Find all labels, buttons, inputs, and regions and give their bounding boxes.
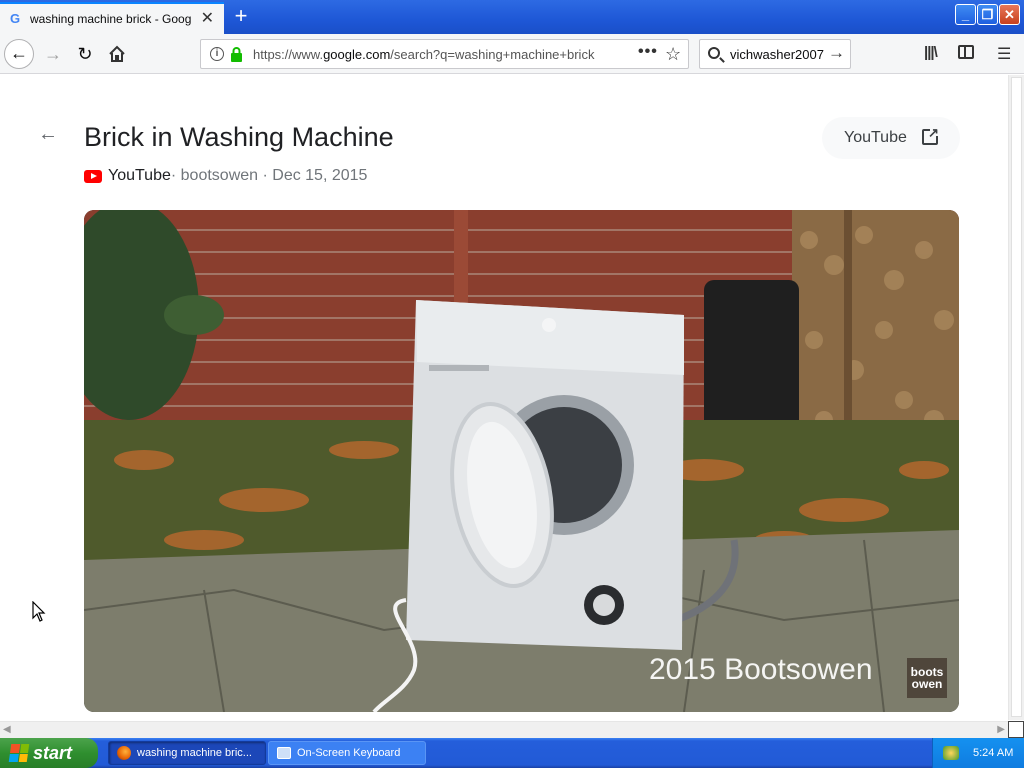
google-favicon-icon: G [10, 11, 21, 26]
taskbar-item-on-screen-keyboard[interactable]: On-Screen Keyboard [268, 741, 426, 765]
external-link-icon [922, 125, 939, 145]
video-meta: YouTube · bootsowen · Dec 15, 2015 [84, 167, 367, 185]
sidebar-icon[interactable] [958, 45, 974, 59]
taskbar-item-label: washing machine bric... [137, 747, 252, 759]
navigation-toolbar: ← → ↻ i https://www.google.com/search?q=… [0, 34, 1024, 74]
arrow-left-icon: ← [10, 43, 28, 63]
tab-close-icon[interactable]: ✕ [201, 11, 214, 27]
home-button[interactable] [102, 39, 132, 69]
visit-youtube-button[interactable]: YouTube [822, 117, 960, 159]
back-button[interactable]: ← [4, 39, 34, 69]
scrollbar-corner [1008, 721, 1024, 738]
mouse-cursor-icon [32, 601, 46, 622]
keyboard-icon [277, 747, 291, 759]
tab-title: washing machine brick - Google Se [30, 12, 192, 26]
start-button[interactable]: start [0, 738, 98, 768]
window-restore-button[interactable]: ❐ [977, 4, 998, 25]
reload-icon: ↻ [77, 44, 93, 64]
video-watermark-text: 2015 Bootsowen [649, 653, 873, 686]
watermark-logo-line2: owen [911, 677, 943, 691]
arrow-right-icon: → [44, 44, 62, 64]
scroll-right-icon[interactable]: ▶ [997, 724, 1005, 735]
info-icon[interactable]: i [210, 47, 224, 61]
star-icon[interactable]: ☆ [665, 44, 681, 65]
horizontal-scrollbar[interactable]: ◀ ▶ [0, 721, 1008, 738]
library-icon[interactable]: |||\ [924, 44, 938, 61]
page-actions-icon[interactable]: ••• [638, 43, 658, 61]
lock-icon[interactable] [230, 47, 243, 62]
new-tab-button[interactable]: + [230, 5, 252, 28]
clock[interactable]: 5:24 AM [973, 747, 1013, 759]
watermark-logo: boots owen [907, 658, 947, 698]
url-text[interactable]: https://www.google.com/search?q=washing+… [253, 47, 603, 62]
search-icon [708, 47, 720, 59]
video-player[interactable]: 2015 Bootsowen boots owen [84, 210, 959, 712]
reload-button[interactable]: ↻ [70, 39, 100, 69]
scroll-left-icon[interactable]: ◀ [3, 724, 11, 735]
system-tray: 5:24 AM [932, 738, 1024, 768]
home-icon [109, 45, 125, 62]
search-bar[interactable]: vichwasher2007 → [699, 39, 851, 69]
video-source: YouTube [108, 167, 171, 184]
youtube-icon [84, 169, 102, 183]
firefox-icon [117, 746, 131, 760]
hamburger-icon[interactable]: ☰ [997, 44, 1011, 64]
url-domain: google.com [323, 47, 391, 62]
windows-logo-icon [8, 744, 30, 762]
address-bar[interactable]: i https://www.google.com/search?q=washin… [200, 39, 689, 69]
video-channel-date: · bootsowen · Dec 15, 2015 [170, 167, 368, 184]
taskbar-item-label: On-Screen Keyboard [297, 747, 401, 759]
window-minimize-button[interactable]: _ [955, 4, 976, 25]
search-go-icon[interactable]: → [828, 43, 845, 63]
search-input[interactable]: vichwasher2007 [730, 47, 824, 62]
video-frame [84, 210, 959, 712]
tab-strip: G washing machine brick - Google Se ✕ + … [0, 0, 1024, 34]
video-title[interactable]: Brick in Washing Machine [84, 122, 394, 153]
start-label: start [33, 742, 73, 763]
page-content: ← Brick in Washing Machine YouTube · boo… [0, 75, 1008, 720]
network-tray-icon[interactable] [943, 746, 959, 760]
visit-label: YouTube [844, 129, 907, 146]
url-prefix: https://www. [253, 47, 324, 62]
close-preview-arrow-icon[interactable]: ← [38, 123, 58, 146]
taskbar: start washing machine bric... On-Screen … [0, 738, 1024, 768]
vertical-scrollbar[interactable] [1008, 75, 1024, 720]
window-close-button[interactable]: ✕ [999, 4, 1020, 25]
tab-active[interactable]: G washing machine brick - Google Se ✕ [0, 2, 224, 34]
forward-button[interactable]: → [38, 39, 68, 69]
url-path: /search?q=washing+machine+brick [390, 47, 595, 62]
scrollbar-thumb[interactable] [1011, 77, 1022, 717]
taskbar-item-firefox[interactable]: washing machine bric... [108, 741, 266, 765]
